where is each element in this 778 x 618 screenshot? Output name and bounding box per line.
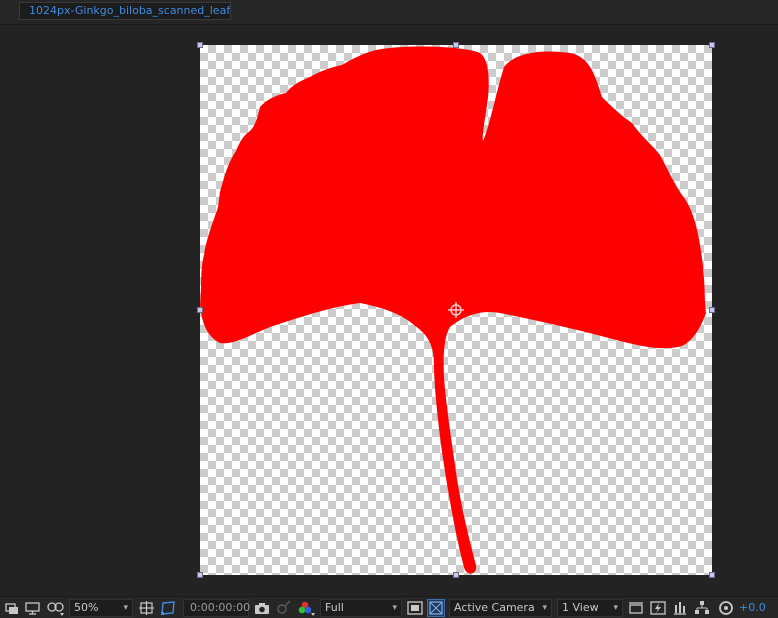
view-layout-dropdown[interactable]: 1 View ▾: [557, 599, 623, 617]
chevron-down-icon: ▾: [613, 603, 618, 613]
zoom-value: 50%: [74, 601, 99, 614]
reset-exposure-icon[interactable]: [717, 599, 735, 617]
flowchart-icon[interactable]: [693, 599, 711, 617]
zoom-dropdown[interactable]: 50% ▾: [69, 599, 133, 617]
toggle-pixel-aspect-icon[interactable]: [627, 599, 645, 617]
show-snapshot-icon[interactable]: [275, 599, 293, 617]
camera-value: Active Camera: [454, 601, 535, 614]
timeline-icon[interactable]: [671, 599, 689, 617]
viewer-tab-bar: 1024px-Ginkgo_biloba_scanned_leaf: [0, 0, 778, 25]
exposure-value[interactable]: +0.0: [739, 599, 766, 617]
chevron-down-icon: ▾: [392, 603, 397, 613]
transform-handle-bottom-right[interactable]: [709, 572, 715, 578]
resolution-dropdown[interactable]: Full ▾: [320, 599, 402, 617]
layer-frame[interactable]: [197, 42, 715, 578]
monitor-icon[interactable]: [24, 599, 42, 617]
snapshot-icon[interactable]: [253, 599, 271, 617]
always-preview-icon[interactable]: [4, 599, 20, 617]
channel-icon[interactable]: [296, 599, 316, 617]
transform-handle-middle-right[interactable]: [709, 307, 715, 313]
transform-handle-middle-left[interactable]: [197, 307, 203, 313]
viewer-toolbar: 50% ▾ 0:00:00:00 Full ▾ Active Camera ▾ …: [0, 596, 778, 618]
transform-handle-bottom-center[interactable]: [453, 572, 459, 578]
fast-previews-icon[interactable]: [649, 599, 667, 617]
viewer-canvas[interactable]: [0, 25, 778, 595]
chevron-down-icon: ▾: [542, 603, 547, 613]
composition-viewer-panel: 1024px-Ginkgo_biloba_scanned_leaf 50% ▾ …: [0, 0, 778, 618]
active-camera-dropdown[interactable]: Active Camera ▾: [449, 599, 552, 617]
mask-path-icon[interactable]: [159, 599, 177, 617]
transform-handle-top-right[interactable]: [709, 42, 715, 48]
transform-handle-top-left[interactable]: [197, 42, 203, 48]
transform-handle-top-center[interactable]: [453, 42, 459, 48]
composition-tab[interactable]: 1024px-Ginkgo_biloba_scanned_leaf: [19, 2, 231, 20]
mask-visibility-icon[interactable]: [46, 599, 66, 617]
chevron-down-icon: ▾: [123, 603, 128, 613]
ginkgo-leaf-shape[interactable]: [200, 45, 712, 575]
transparency-grid-icon[interactable]: [427, 599, 445, 617]
views-value: 1 View: [562, 601, 599, 614]
resolution-value: Full: [325, 601, 344, 614]
transform-handle-bottom-left[interactable]: [197, 572, 203, 578]
current-time-field[interactable]: 0:00:00:00: [183, 599, 250, 617]
safe-zones-icon[interactable]: [138, 599, 156, 617]
region-of-interest-icon[interactable]: [406, 599, 424, 617]
